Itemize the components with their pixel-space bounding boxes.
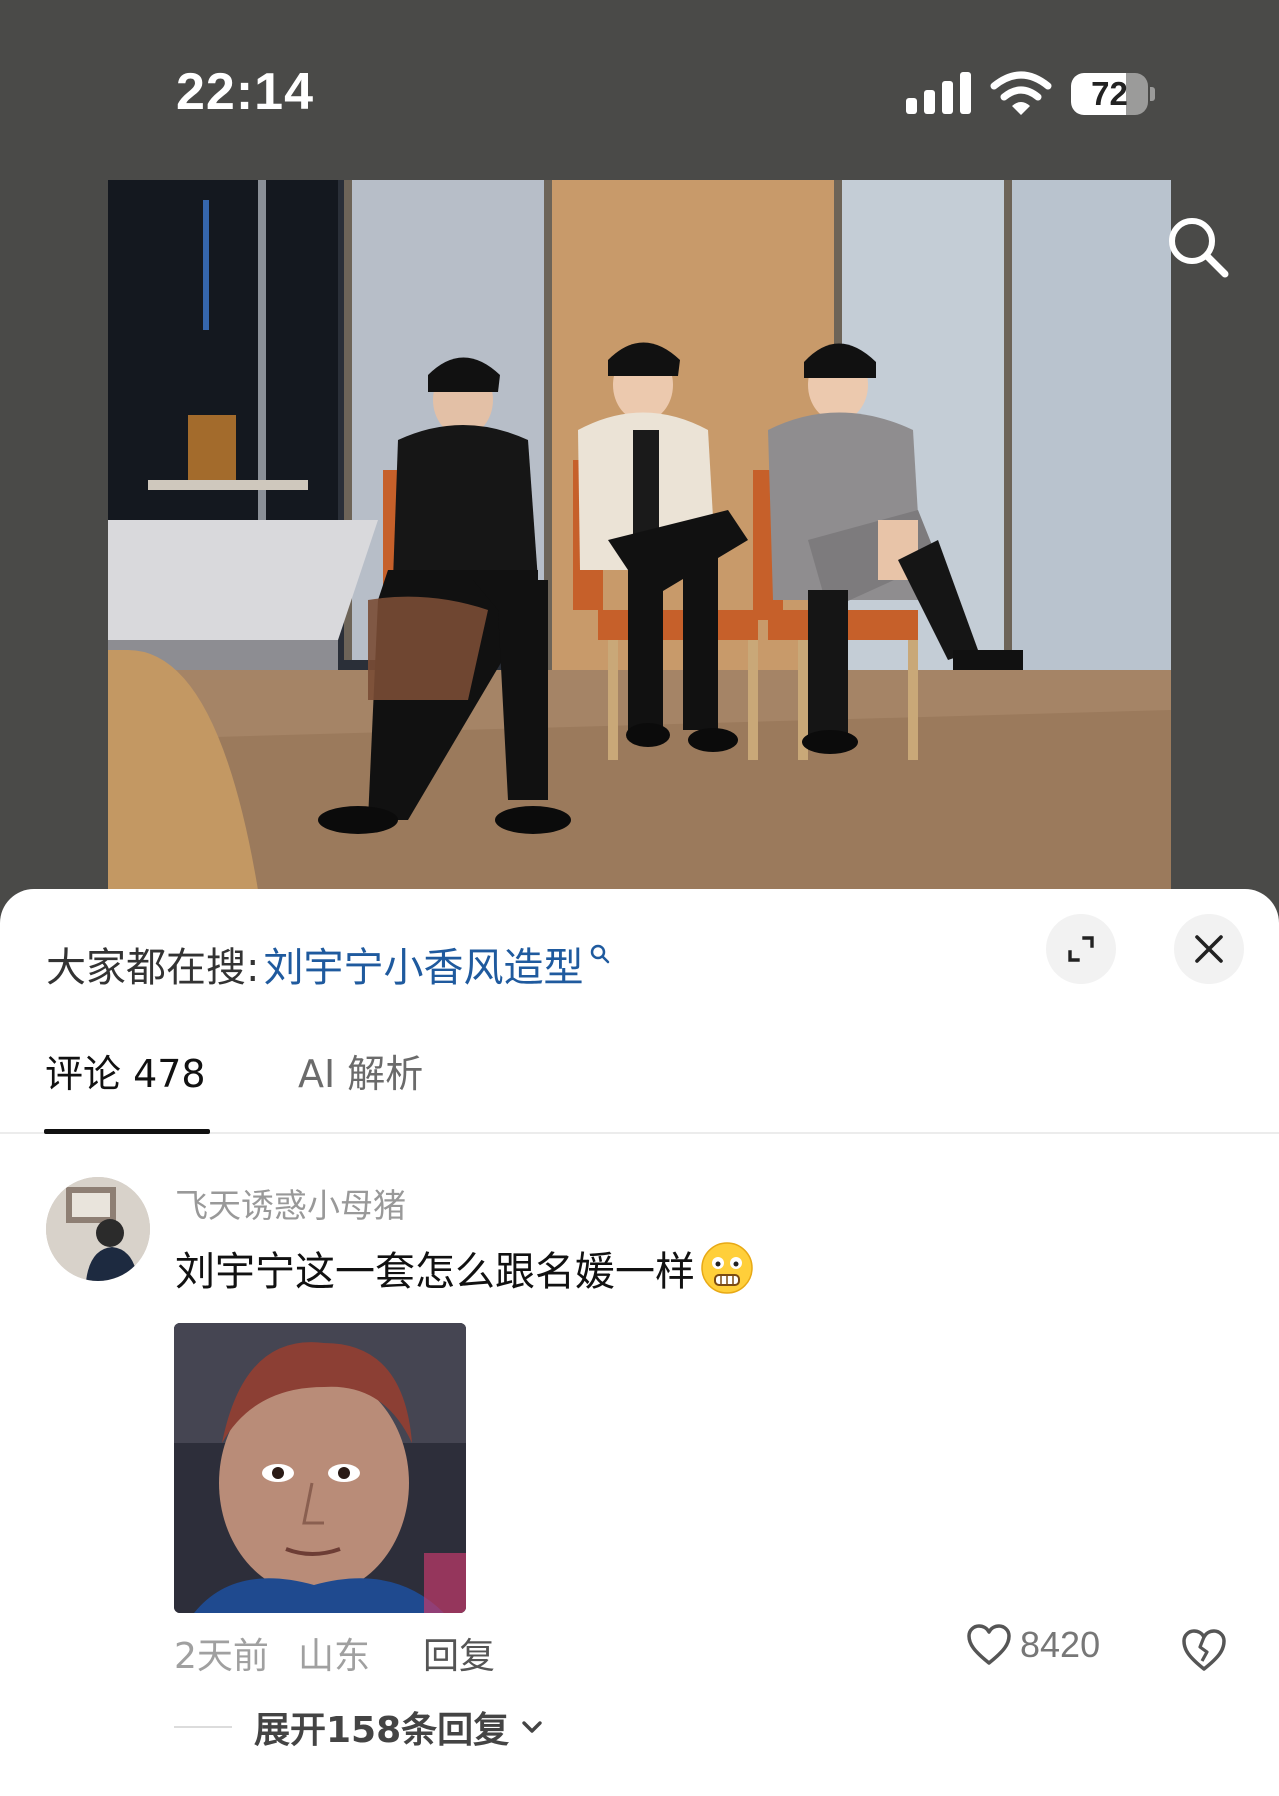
comments-sheet: 大家都在搜: 刘宇宁小香风造型 评论 478 AI 解析 飞天诱惑小母猪 刘宇宁…	[0, 889, 1279, 1796]
photo-scene	[108, 180, 1171, 890]
comment-body: 刘宇宁这一套怎么跟名媛一样	[175, 1249, 695, 1295]
status-time: 22:14	[176, 63, 314, 121]
comment-time: 2天前	[174, 1636, 269, 1677]
tab-bar: 评论 478 AI 解析	[0, 1044, 1279, 1134]
expand-replies-button[interactable]: 展开158条回复	[174, 1701, 547, 1753]
scared-face-emoji	[701, 1242, 753, 1294]
comment-image[interactable]	[174, 1323, 466, 1613]
battery-indicator: 72	[1071, 73, 1155, 115]
avatar[interactable]	[46, 1177, 150, 1281]
expand-divider	[174, 1726, 232, 1728]
mini-search-icon	[591, 944, 610, 964]
signal-icon	[906, 72, 971, 114]
search-icon[interactable]	[1163, 212, 1233, 282]
comment-text: 刘宇宁这一套怎么跟名媛一样	[175, 1239, 755, 1297]
wifi-icon	[990, 71, 1052, 115]
comment-location: 山东	[298, 1636, 371, 1677]
tab-comments[interactable]: 评论 478	[45, 1044, 206, 1132]
post-photo[interactable]	[108, 180, 1171, 890]
close-icon	[1195, 935, 1223, 963]
like-button[interactable]: 8420	[966, 1623, 1100, 1667]
close-button[interactable]	[1174, 914, 1244, 984]
expand-icon	[1068, 936, 1094, 962]
hot-search-bar[interactable]: 大家都在搜: 刘宇宁小香风造型	[46, 934, 611, 994]
expand-button[interactable]	[1046, 914, 1116, 984]
heart-icon	[967, 1624, 1011, 1665]
status-bar: 22:14 72	[0, 0, 1279, 160]
hot-search-prefix: 大家都在搜:	[46, 945, 260, 991]
tab-ai-analysis[interactable]: AI 解析	[298, 1044, 423, 1132]
active-tab-indicator	[44, 1129, 210, 1134]
reply-button[interactable]: 回复	[423, 1627, 495, 1679]
battery-level: 72	[1091, 75, 1128, 112]
broken-heart-icon[interactable]	[1180, 1627, 1228, 1673]
hot-search-query[interactable]: 刘宇宁小香风造型	[263, 935, 583, 993]
like-count: 8420	[1020, 1624, 1101, 1665]
expand-replies-label: 展开158条回复	[254, 1710, 510, 1751]
chevron-down-icon	[522, 1721, 542, 1733]
comment-username[interactable]: 飞天诱惑小母猪	[175, 1179, 406, 1227]
